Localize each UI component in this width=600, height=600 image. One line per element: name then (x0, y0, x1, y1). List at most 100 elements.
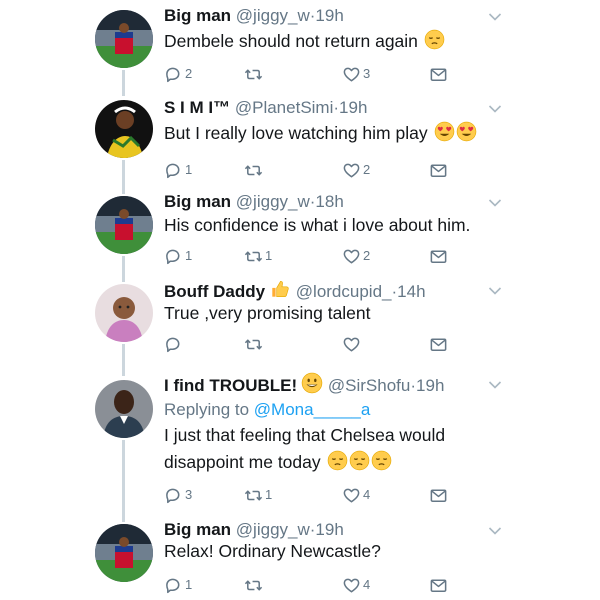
pensive-face-emoji (371, 450, 392, 479)
tweet-text: But I really love watching him play (164, 120, 477, 150)
reply-count: 3 (185, 487, 193, 502)
reply-button[interactable]: 1 (164, 575, 192, 595)
like-button[interactable]: 2 (342, 160, 370, 180)
retweet-icon (244, 65, 263, 84)
avatar[interactable] (95, 100, 153, 158)
tweet-actions: 14 (164, 575, 464, 595)
like-button[interactable] (342, 334, 363, 354)
tweet-text-content: disappoint me today (164, 452, 321, 472)
tweet: Big man @jiggy_w·19h Dembele should not r… (0, 4, 600, 94)
direct-message-button[interactable] (429, 246, 448, 266)
author-name[interactable]: S I M I™ (164, 98, 230, 117)
chevron-down-icon[interactable] (488, 523, 502, 535)
tweet-text-line: True ,very promising talent (164, 300, 371, 327)
author-name[interactable]: Big man (164, 192, 231, 211)
retweet-button[interactable] (244, 160, 265, 180)
direct-message-button[interactable] (429, 575, 448, 595)
avatar[interactable] (95, 380, 153, 438)
retweet-button[interactable]: 1 (244, 485, 272, 505)
heart-icon (342, 486, 361, 505)
author-handle[interactable]: @SirShofu (328, 376, 410, 395)
avatar[interactable] (95, 284, 153, 342)
author-handle[interactable]: @jiggy_w (236, 192, 310, 211)
reply-button[interactable] (164, 334, 185, 354)
reply-button[interactable]: 1 (164, 160, 192, 180)
direct-message-button[interactable] (429, 334, 448, 354)
timestamp[interactable]: 19h (339, 98, 367, 117)
chevron-down-icon[interactable] (488, 9, 502, 21)
retweet-button[interactable] (244, 334, 265, 354)
mention-link[interactable]: @Mona_____a (254, 400, 371, 419)
author-name[interactable]: Big man (164, 520, 231, 539)
timestamp[interactable]: 19h (315, 520, 343, 539)
tweet-actions: 3 1 4 (164, 485, 464, 505)
author-handle[interactable]: @jiggy_w (236, 520, 310, 539)
retweet-button[interactable]: 1 (244, 246, 272, 266)
envelope-icon (429, 486, 448, 505)
retweet-button[interactable] (244, 575, 265, 595)
like-button[interactable]: 3 (342, 64, 370, 84)
timestamp[interactable]: 18h (315, 192, 343, 211)
stadium-avatar (95, 10, 153, 68)
timestamp[interactable]: 19h (416, 376, 444, 395)
tweet-header: I find TROUBLE! @SirShofu·19h (164, 372, 444, 396)
reply-button[interactable]: 1 (164, 246, 192, 266)
like-button[interactable]: 4 (342, 485, 370, 505)
direct-message-button[interactable] (429, 64, 448, 84)
author-name[interactable]: Big man (164, 6, 231, 25)
reply-count: 1 (185, 577, 193, 592)
retweet-count: 1 (265, 487, 273, 502)
heart-eyes-face-emoji (456, 121, 477, 150)
like-button[interactable]: 4 (342, 575, 370, 595)
direct-message-button[interactable] (429, 485, 448, 505)
pensive-face-emoji (327, 450, 348, 479)
like-count: 2 (363, 162, 371, 177)
tweet-text-line: Relax! Ordinary Newcastle? (164, 538, 381, 565)
tweet-text-content: I just that feeling that Chelsea would (164, 425, 446, 445)
tweet-text: True ,very promising talent (164, 300, 371, 327)
tweet-text: Relax! Ordinary Newcastle? (164, 538, 381, 565)
tweet-actions (164, 334, 464, 354)
tweet-text-line: But I really love watching him play (164, 120, 477, 150)
chevron-down-icon[interactable] (488, 377, 502, 389)
tweet-actions: 1 1 2 (164, 246, 464, 266)
tweet: S I M I™ @PlanetSimi·19h But I really lov… (0, 96, 600, 186)
tweet-actions: 12 (164, 160, 464, 180)
avatar[interactable] (95, 196, 153, 254)
retweet-button[interactable] (244, 64, 265, 84)
stadium-avatar (95, 524, 153, 582)
tweet-text-line: His confidence is what i love about him. (164, 212, 470, 239)
tweet-text-line: I just that feeling that Chelsea would (164, 422, 445, 449)
timestamp[interactable]: 14h (397, 282, 425, 301)
reply-icon (164, 65, 183, 84)
like-count: 3 (363, 66, 371, 81)
retweet-icon (244, 247, 263, 266)
reply-icon (164, 247, 183, 266)
chevron-down-icon[interactable] (488, 283, 502, 295)
reply-count: 1 (185, 248, 193, 263)
heart-icon (342, 335, 361, 354)
reply-button[interactable]: 3 (164, 485, 192, 505)
reply-icon (164, 335, 183, 354)
author-handle[interactable]: @jiggy_w (236, 6, 310, 25)
avatar[interactable] (95, 524, 153, 582)
chevron-down-icon[interactable] (488, 101, 502, 113)
tweet: Bouff Daddy @lordcupid_·14h True ,very pr… (0, 278, 600, 368)
author-name[interactable]: I find TROUBLE! (164, 376, 297, 395)
author-handle[interactable]: @PlanetSimi (235, 98, 334, 117)
tweet-text-content: His confidence is what i love about him. (164, 215, 471, 235)
replying-to-label: Replying to (164, 400, 250, 419)
like-button[interactable]: 2 (342, 246, 370, 266)
heart-icon (342, 65, 361, 84)
retweet-icon (244, 486, 263, 505)
author-handle[interactable]: @lordcupid_ (296, 282, 392, 301)
avatar[interactable] (95, 10, 153, 68)
stadium-avatar (95, 196, 153, 254)
pensive-face-emoji (349, 450, 370, 479)
timestamp[interactable]: 19h (315, 6, 343, 25)
reply-button[interactable]: 2 (164, 64, 192, 84)
chevron-down-icon[interactable] (488, 195, 502, 207)
direct-message-button[interactable] (429, 160, 448, 180)
heart-icon (342, 161, 361, 180)
author-name[interactable]: Bouff Daddy (164, 282, 265, 301)
